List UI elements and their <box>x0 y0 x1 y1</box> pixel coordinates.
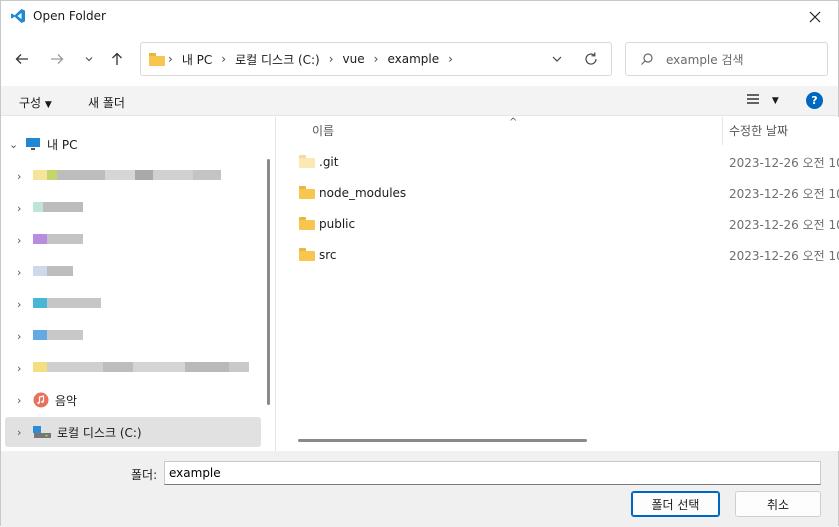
redacted-content <box>33 361 249 375</box>
address-bar[interactable]: › 내 PC › 로컬 디스크 (C:) › vue › example › <box>140 42 612 76</box>
tree-item-label: 로컬 디스크 (C:) <box>57 425 142 440</box>
forward-button[interactable] <box>44 46 70 72</box>
tree-item-blurred[interactable]: › <box>5 193 261 223</box>
recent-dropdown-icon <box>85 57 93 62</box>
breadcrumb-separator[interactable]: › <box>374 52 379 66</box>
tree-item-local-disk[interactable]: › 로컬 디스크 (C:) <box>5 417 261 447</box>
folder-name-input[interactable] <box>164 461 821 485</box>
tree-item-blurred[interactable]: › <box>5 321 261 351</box>
tree-item-blurred[interactable]: › <box>5 353 261 383</box>
breadcrumb-local-disk[interactable]: 로컬 디스크 (C:) <box>235 51 320 68</box>
help-icon[interactable]: ? <box>806 92 823 109</box>
column-header-modified[interactable]: 수정한 날짜 <box>729 122 788 139</box>
file-date: 2023-12-26 오전 10 <box>729 186 839 201</box>
cancel-button[interactable]: 취소 <box>735 491 821 517</box>
chevron-right-icon[interactable]: › <box>17 426 33 439</box>
tree-item-music[interactable]: › 음악 <box>5 385 261 415</box>
breadcrumb-separator[interactable]: › <box>221 52 226 66</box>
close-icon <box>809 11 821 23</box>
chevron-right-icon[interactable]: › <box>17 394 33 407</box>
tree-item-blurred[interactable]: › <box>5 225 261 255</box>
file-name: public <box>319 217 356 231</box>
tree-item-blurred[interactable]: › <box>5 289 261 319</box>
vscode-icon <box>11 9 25 23</box>
command-bar: 구성 ▼ 새 폴더 ▼ ? <box>1 86 838 116</box>
music-icon <box>33 392 49 408</box>
redacted-content <box>33 201 83 215</box>
chevron-right-icon[interactable]: › <box>17 202 33 215</box>
redacted-content <box>33 233 83 247</box>
file-row[interactable]: public 2023-12-26 오전 10 <box>281 209 839 239</box>
breadcrumb-example[interactable]: example <box>387 52 439 66</box>
back-arrow-icon <box>15 54 28 64</box>
search-placeholder: example 검색 <box>666 52 744 67</box>
folder-icon <box>299 155 315 168</box>
refresh-icon[interactable] <box>583 51 599 67</box>
redacted-content <box>33 169 221 183</box>
tree-item-my-pc[interactable]: ⌄ 내 PC <box>5 129 261 159</box>
sort-ascending-icon: ^ <box>509 117 518 128</box>
open-folder-dialog: Open Folder › 내 PC › 로컬 디스크 (C:) › vue ›… <box>0 0 839 527</box>
back-button[interactable] <box>9 46 35 72</box>
folder-icon <box>299 248 315 261</box>
select-folder-button[interactable]: 폴더 선택 <box>631 491 720 517</box>
view-list-icon <box>747 94 759 104</box>
chevron-right-icon[interactable]: › <box>17 170 33 183</box>
file-row[interactable]: .git 2023-12-26 오전 10 <box>281 147 839 177</box>
breadcrumb-separator[interactable]: › <box>448 52 453 66</box>
file-date: 2023-12-26 오전 10 <box>729 155 839 170</box>
organize-menu[interactable]: 구성 ▼ <box>19 94 52 111</box>
chevron-down-icon[interactable]: ⌄ <box>9 138 25 151</box>
breadcrumb-separator[interactable]: › <box>329 52 334 66</box>
search-icon <box>641 53 653 65</box>
redacted-content <box>33 265 73 279</box>
file-date: 2023-12-26 오전 10 <box>729 217 839 232</box>
file-list-horizontal-scrollbar[interactable] <box>298 439 587 442</box>
chevron-right-icon[interactable]: › <box>17 298 33 311</box>
folder-icon <box>299 186 315 199</box>
up-arrow-icon <box>112 52 122 65</box>
breadcrumb-vue[interactable]: vue <box>343 52 365 66</box>
new-folder-button[interactable]: 새 폴더 <box>88 94 125 111</box>
redacted-content <box>33 297 101 311</box>
chevron-right-icon[interactable]: › <box>17 362 33 375</box>
file-name: src <box>319 248 337 262</box>
folder-icon <box>149 52 165 66</box>
folder-icon <box>299 217 315 230</box>
close-button[interactable] <box>792 1 838 33</box>
chevron-right-icon[interactable]: › <box>17 234 33 247</box>
chevron-right-icon[interactable]: › <box>17 330 33 343</box>
title-bar: Open Folder <box>1 1 838 33</box>
folder-label: 폴더: <box>131 468 158 482</box>
file-name: .git <box>319 155 339 169</box>
file-name: node_modules <box>319 186 407 200</box>
navigation-scrollbar[interactable] <box>267 159 270 405</box>
file-list: ^ 이름 수정한 날짜 .git 2023-12-26 오전 10 node_m… <box>281 117 839 451</box>
drive-icon <box>33 426 51 438</box>
pc-icon <box>26 138 40 150</box>
breadcrumb-separator: › <box>168 52 173 66</box>
breadcrumb-my-pc[interactable]: 내 PC <box>182 51 212 68</box>
tree-item-label: 내 PC <box>47 137 78 152</box>
chevron-down-icon[interactable] <box>551 53 563 65</box>
navigation-pane: ⌄ 내 PC › › › › › › › › 음악 › 로컬 디스크 (C:) <box>1 117 276 451</box>
recent-locations-button[interactable] <box>76 46 102 72</box>
tree-item-blurred[interactable]: › <box>5 161 261 191</box>
dialog-footer: 폴더: 폴더 선택 취소 <box>1 451 838 527</box>
navigation-bar: › 내 PC › 로컬 디스크 (C:) › vue › example › e… <box>1 39 838 79</box>
view-options-button[interactable]: ▼ <box>746 92 779 109</box>
up-button[interactable] <box>104 46 130 72</box>
file-date: 2023-12-26 오전 10 <box>729 248 839 263</box>
chevron-right-icon[interactable]: › <box>17 266 33 279</box>
file-row[interactable]: node_modules 2023-12-26 오전 10 <box>281 178 839 208</box>
window-title: Open Folder <box>33 9 106 23</box>
column-header-name[interactable]: 이름 <box>312 122 334 139</box>
redacted-content <box>33 329 83 343</box>
tree-item-blurred[interactable]: › <box>5 257 261 287</box>
tree-item-label: 음악 <box>55 393 78 408</box>
column-divider[interactable] <box>722 117 723 145</box>
search-box[interactable]: example 검색 <box>625 42 828 76</box>
file-row[interactable]: src 2023-12-26 오전 10 <box>281 240 839 270</box>
forward-arrow-icon <box>51 54 64 64</box>
